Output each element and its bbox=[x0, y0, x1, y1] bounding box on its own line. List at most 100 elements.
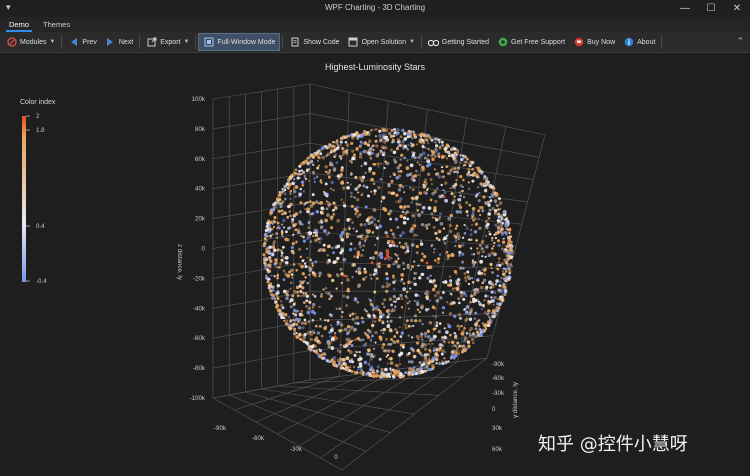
star-point bbox=[383, 166, 386, 170]
star-point bbox=[494, 193, 498, 198]
star-point bbox=[500, 262, 504, 266]
star-point bbox=[414, 293, 418, 297]
star-point bbox=[475, 222, 479, 226]
star-point bbox=[381, 145, 385, 150]
z-tick-label: -90k bbox=[492, 361, 505, 368]
star-point bbox=[392, 150, 397, 155]
star-point bbox=[341, 311, 344, 314]
star-point bbox=[307, 346, 311, 351]
star-point bbox=[326, 253, 329, 257]
star-point bbox=[290, 276, 294, 279]
star-point bbox=[503, 288, 508, 293]
star-point bbox=[436, 290, 440, 295]
star-point bbox=[299, 289, 303, 293]
star-point bbox=[294, 169, 297, 172]
star-point bbox=[318, 271, 322, 276]
star-point bbox=[455, 178, 458, 182]
star-point bbox=[370, 177, 374, 182]
star-point bbox=[366, 143, 371, 147]
star-point bbox=[299, 294, 303, 298]
star-point bbox=[308, 179, 311, 183]
star-point bbox=[450, 147, 453, 151]
star-point bbox=[376, 365, 380, 369]
star-point bbox=[287, 204, 291, 209]
star-point bbox=[495, 280, 499, 283]
star-point bbox=[407, 360, 411, 364]
star-point bbox=[293, 289, 297, 294]
star-point bbox=[466, 340, 471, 345]
star-point bbox=[364, 141, 367, 144]
star-point bbox=[499, 230, 503, 233]
star-point bbox=[394, 128, 397, 131]
star-point bbox=[362, 184, 366, 188]
star-point bbox=[379, 252, 384, 256]
star-point bbox=[308, 300, 312, 304]
star-point bbox=[431, 342, 434, 345]
star-point bbox=[471, 160, 475, 165]
star-point bbox=[435, 172, 438, 176]
star-point bbox=[341, 186, 346, 190]
star-point bbox=[345, 143, 350, 147]
star-point bbox=[451, 287, 455, 291]
star-point bbox=[467, 282, 471, 286]
star-point bbox=[464, 312, 467, 315]
star-point bbox=[402, 216, 407, 220]
star-point bbox=[403, 131, 407, 136]
star-point bbox=[415, 251, 419, 255]
star-point bbox=[313, 154, 316, 157]
star-point bbox=[458, 210, 463, 214]
star-point bbox=[292, 170, 296, 174]
star-point bbox=[434, 327, 437, 330]
star-point bbox=[295, 335, 299, 339]
star-point bbox=[484, 234, 488, 238]
star-point bbox=[390, 361, 393, 365]
star-point bbox=[444, 146, 448, 150]
star-point bbox=[266, 268, 270, 272]
chart-3d-scatter[interactable]: 100k 80k 60k 40k 20k 0 -20k -40k -60k -80k -100k z … bbox=[0, 0, 750, 476]
star-point bbox=[431, 305, 436, 309]
star-point bbox=[440, 362, 443, 365]
star-point bbox=[377, 264, 381, 269]
star-point bbox=[359, 245, 362, 249]
star-point bbox=[463, 307, 467, 311]
star-point bbox=[306, 256, 309, 259]
star-point bbox=[320, 206, 324, 210]
star-point bbox=[418, 360, 422, 365]
star-point bbox=[339, 343, 342, 347]
star-point bbox=[400, 306, 404, 309]
star-point bbox=[410, 336, 414, 339]
star-point bbox=[418, 191, 423, 195]
star-point bbox=[363, 360, 368, 365]
star-point bbox=[438, 139, 442, 142]
star-point bbox=[373, 320, 377, 323]
star-point bbox=[318, 248, 323, 252]
star-point bbox=[430, 183, 433, 186]
star-point bbox=[361, 248, 365, 252]
star-point bbox=[430, 149, 433, 152]
star-point bbox=[453, 269, 458, 274]
star-point bbox=[332, 208, 335, 212]
star-point bbox=[356, 215, 360, 218]
star-point bbox=[442, 189, 445, 192]
star-point bbox=[286, 215, 290, 219]
star-point bbox=[429, 178, 433, 181]
star-point bbox=[363, 161, 368, 166]
star-point bbox=[293, 330, 296, 333]
star-point bbox=[291, 241, 295, 246]
star-point bbox=[276, 248, 280, 252]
star-point bbox=[454, 227, 458, 230]
star-point bbox=[391, 349, 395, 354]
star-point bbox=[280, 233, 284, 236]
star-point bbox=[329, 149, 332, 152]
star-point bbox=[326, 319, 330, 323]
star-point bbox=[445, 143, 449, 147]
star-point bbox=[313, 180, 316, 184]
star-point bbox=[300, 313, 304, 316]
star-point bbox=[473, 230, 478, 234]
star-point bbox=[433, 231, 438, 235]
star-point bbox=[428, 348, 432, 352]
star-point bbox=[431, 281, 435, 284]
star-point bbox=[470, 337, 475, 342]
star-point bbox=[334, 245, 338, 249]
star-point bbox=[381, 346, 385, 350]
